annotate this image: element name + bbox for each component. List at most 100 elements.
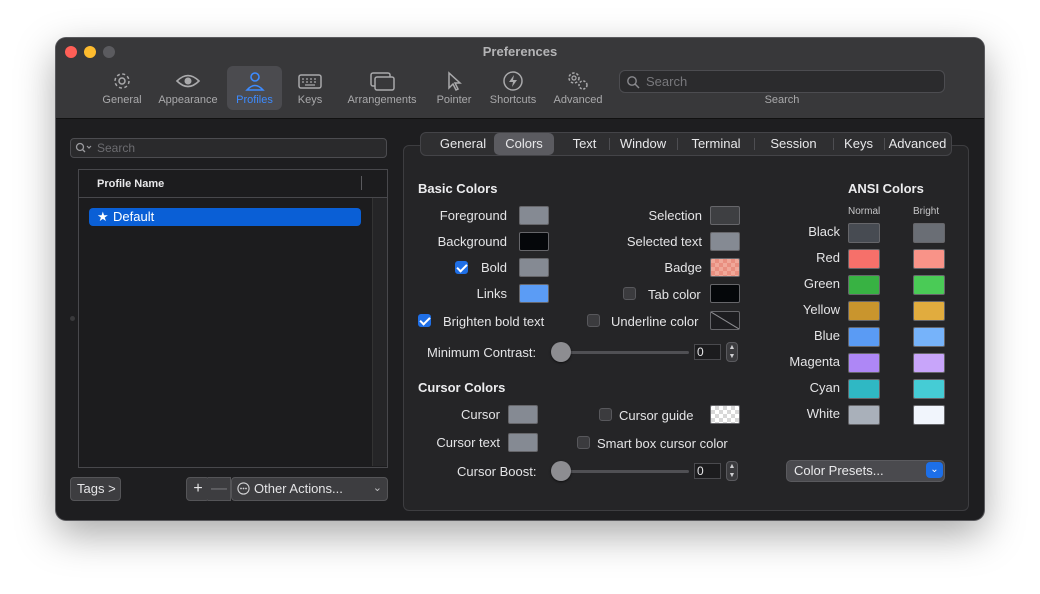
- profile-tabs: General Colors Text Window Terminal Sess…: [420, 132, 952, 156]
- cursor-guide-label: Cursor guide: [619, 408, 694, 423]
- toolbar-label: Shortcuts: [489, 94, 537, 106]
- brighten-bold-checkbox[interactable]: [418, 314, 431, 327]
- selection-color-well[interactable]: [710, 206, 740, 225]
- basic-colors-heading: Basic Colors: [418, 181, 498, 196]
- ansi-blue-normal-color-well[interactable]: [848, 327, 880, 347]
- search-icon: [75, 142, 92, 153]
- cursor-boost-field[interactable]: 0: [694, 463, 721, 479]
- tab-terminal[interactable]: Terminal: [678, 133, 754, 155]
- selected-text-color-well[interactable]: [710, 232, 740, 251]
- ansi-black-bright-color-well[interactable]: [913, 223, 945, 243]
- remove-profile-button[interactable]: —: [208, 477, 231, 501]
- cursor-guide-checkbox[interactable]: [599, 408, 612, 421]
- ansi-yellow-normal-color-well[interactable]: [848, 301, 880, 321]
- background-label: Background: [437, 234, 507, 249]
- ansi-yellow-bright-color-well[interactable]: [913, 301, 945, 321]
- color-presets-dropdown[interactable]: Color Presets... ⌄: [786, 460, 945, 482]
- tab-window[interactable]: Window: [610, 133, 676, 155]
- underline-color-checkbox[interactable]: [587, 314, 600, 327]
- foreground-color-well[interactable]: [519, 206, 549, 225]
- tab-color-label: Tab color: [648, 287, 701, 302]
- underline-color-well[interactable]: [710, 311, 740, 330]
- no-color-slash-icon: [711, 312, 739, 329]
- ansi-cyan-label: Cyan: [809, 380, 840, 395]
- ansi-green-normal-color-well[interactable]: [848, 275, 880, 295]
- other-actions-button[interactable]: Other Actions... ⌄: [231, 477, 388, 501]
- ansi-white-bright-color-well[interactable]: [913, 405, 945, 425]
- title-bar: Preferences General Appearance Profiles …: [56, 38, 984, 119]
- cursor-text-color-well[interactable]: [508, 433, 538, 452]
- minimum-contrast-stepper[interactable]: ▲ ▼: [726, 342, 738, 362]
- bolt-icon: [503, 71, 523, 91]
- tab-keys[interactable]: Keys: [833, 133, 884, 155]
- smart-box-cursor-checkbox[interactable]: [577, 436, 590, 449]
- ansi-black-label: Black: [808, 224, 840, 239]
- profile-row-default[interactable]: ★ Default: [89, 208, 361, 226]
- cursor-guide-color-well[interactable]: [710, 405, 740, 424]
- ansi-red-bright-color-well[interactable]: [913, 249, 945, 269]
- cursor-boost-slider[interactable]: [551, 461, 571, 481]
- toolbar-advanced[interactable]: Advanced: [548, 66, 608, 110]
- cursor-label: Cursor: [460, 407, 500, 422]
- toolbar-arrangements[interactable]: Arrangements: [342, 66, 422, 110]
- toolbar-general[interactable]: General: [96, 66, 148, 110]
- search-icon: [627, 76, 640, 89]
- cursor-color-well[interactable]: [508, 405, 538, 424]
- toolbar-label: Advanced: [553, 94, 603, 106]
- bold-label: Bold: [481, 260, 508, 275]
- tab-text[interactable]: Text: [557, 133, 612, 155]
- brighten-bold-label: Brighten bold text: [443, 314, 545, 329]
- splitter-handle[interactable]: [70, 316, 75, 321]
- profile-search-input[interactable]: Search: [70, 138, 387, 158]
- profile-table-header[interactable]: Profile Name: [79, 170, 387, 198]
- chevron-down-icon: ⌄: [926, 462, 943, 478]
- tab-general[interactable]: General: [427, 133, 499, 155]
- badge-label: Badge: [664, 260, 702, 275]
- bold-checkbox[interactable]: [455, 261, 468, 274]
- badge-color-well[interactable]: [710, 258, 740, 277]
- ansi-white-normal-color-well[interactable]: [848, 405, 880, 425]
- minimum-contrast-field[interactable]: 0: [694, 344, 721, 360]
- profile-table-scrollbar[interactable]: [372, 198, 387, 466]
- selected-text-label: Selected text: [626, 234, 702, 249]
- minimum-contrast-track[interactable]: [558, 351, 689, 354]
- toolbar-appearance[interactable]: Appearance: [153, 66, 223, 110]
- background-color-well[interactable]: [519, 232, 549, 251]
- selection-label: Selection: [648, 208, 702, 223]
- search-caption: Search: [764, 94, 800, 106]
- toolbar-profiles[interactable]: Profiles: [227, 66, 282, 110]
- tags-button[interactable]: Tags >: [70, 477, 121, 501]
- toolbar-label: Profiles: [236, 94, 273, 106]
- bold-color-well[interactable]: [519, 258, 549, 277]
- cursor-boost-stepper[interactable]: ▲ ▼: [726, 461, 738, 481]
- window-title: Preferences: [482, 44, 558, 59]
- tab-advanced[interactable]: Advanced: [884, 133, 951, 155]
- ansi-red-normal-color-well[interactable]: [848, 249, 880, 269]
- ansi-black-normal-color-well[interactable]: [848, 223, 880, 243]
- ansi-cyan-normal-color-well[interactable]: [848, 379, 880, 399]
- ansi-magenta-label: Magenta: [789, 354, 840, 369]
- ansi-magenta-bright-color-well[interactable]: [913, 353, 945, 373]
- cursor-boost-label: Cursor Boost:: [457, 464, 537, 479]
- tab-colors[interactable]: Colors: [494, 133, 554, 155]
- ansi-green-bright-color-well[interactable]: [913, 275, 945, 295]
- tab-color-checkbox[interactable]: [623, 287, 636, 300]
- tab-color-well[interactable]: [710, 284, 740, 303]
- toolbar-search-input[interactable]: Search: [619, 70, 945, 93]
- toolbar-pointer[interactable]: Pointer: [430, 66, 478, 110]
- preferences-window: Preferences General Appearance Profiles …: [56, 38, 984, 520]
- ansi-magenta-normal-color-well[interactable]: [848, 353, 880, 373]
- toolbar-keys[interactable]: Keys: [288, 66, 332, 110]
- links-color-well[interactable]: [519, 284, 549, 303]
- ansi-cyan-bright-color-well[interactable]: [913, 379, 945, 399]
- toolbar-shortcuts[interactable]: Shortcuts: [484, 66, 542, 110]
- cursor-boost-track[interactable]: [558, 470, 689, 473]
- ansi-bright-header: Bright: [913, 206, 940, 217]
- ansi-blue-bright-color-well[interactable]: [913, 327, 945, 347]
- profile-name: Default: [113, 209, 155, 224]
- minimum-contrast-slider[interactable]: [551, 342, 571, 362]
- profile-search-placeholder: Search: [97, 141, 136, 155]
- add-profile-button[interactable]: +: [186, 477, 210, 501]
- tab-session[interactable]: Session: [755, 133, 832, 155]
- toolbar-label: Pointer: [436, 94, 472, 106]
